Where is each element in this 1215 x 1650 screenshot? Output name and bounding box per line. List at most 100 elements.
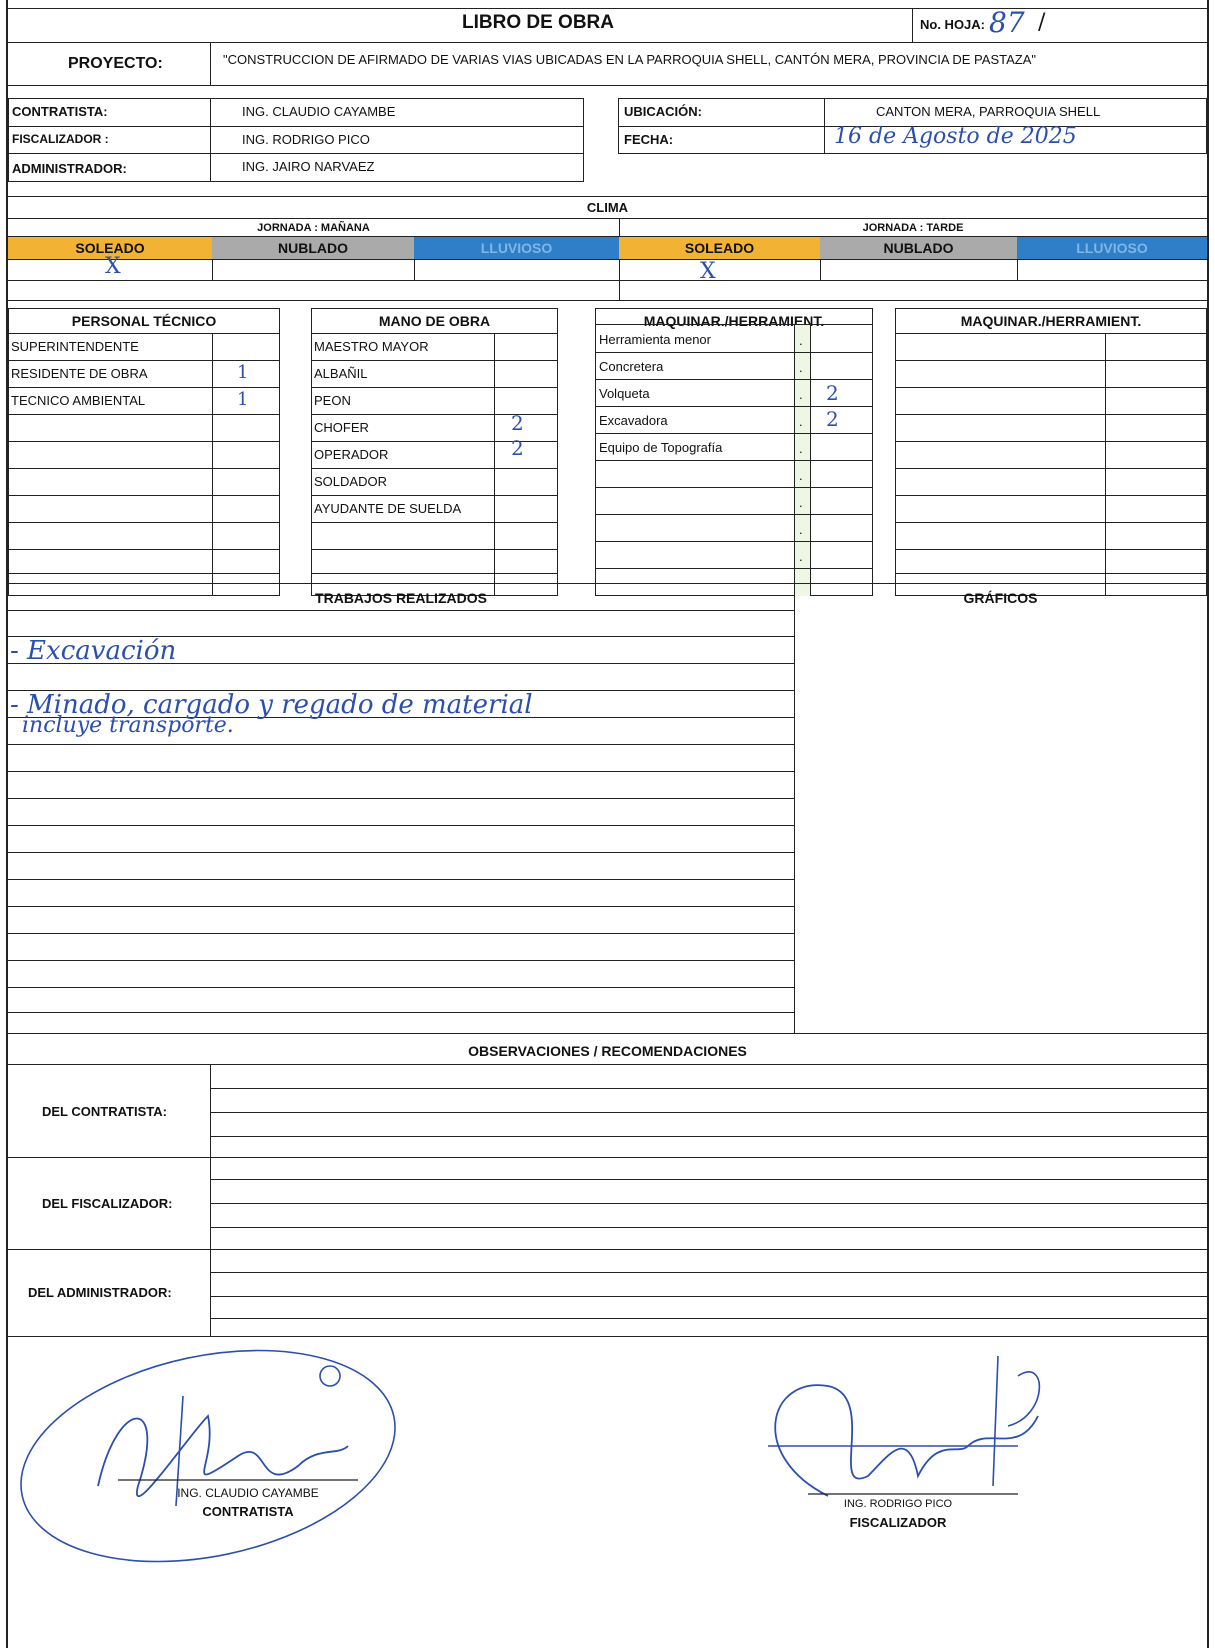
pt-row-qty: 1 xyxy=(237,362,249,383)
mq-row-line xyxy=(595,324,873,325)
obs-fiscalizador-label: DEL FISCALIZADOR: xyxy=(42,1196,173,1211)
obs-line xyxy=(210,1318,1207,1319)
mo-row-name: OPERADOR xyxy=(314,447,389,462)
mano-de-obra-title: MANO DE OBRA xyxy=(378,313,491,329)
fiscalizador-role: FISCALIZADOR xyxy=(849,1515,947,1530)
obs-contratista-label: DEL CONTRATISTA: xyxy=(42,1104,167,1119)
obs-administrador-label: DEL ADMINISTRADOR: xyxy=(28,1285,172,1300)
pt-row-line xyxy=(8,441,280,442)
pt-row-line xyxy=(8,360,280,361)
trabajos-line xyxy=(8,852,794,853)
mq-row-qty: 2 xyxy=(826,407,839,431)
project-top-line xyxy=(8,42,1207,43)
mq2-row-line xyxy=(895,549,1207,550)
pt-row-qty: 1 xyxy=(237,389,249,410)
mo-row-name: CHOFER xyxy=(314,420,369,435)
trabajos-line xyxy=(8,798,794,799)
clima-mark-top xyxy=(8,259,1207,260)
mq-row-name: Equipo de Topografía xyxy=(599,440,723,455)
clima-cell-line xyxy=(1017,259,1018,280)
mo-row-qty: 2 xyxy=(511,436,524,460)
mo-row-qty: 2 xyxy=(511,411,524,435)
location-col-line xyxy=(824,98,825,154)
obs-line xyxy=(210,1136,1207,1137)
mq-row-line xyxy=(595,379,873,380)
mq-row-line xyxy=(595,568,873,569)
fiscalizador-signature-stroke-icon xyxy=(768,1355,1018,1487)
mo-row-name: PEON xyxy=(314,393,351,408)
contratista-seal-icon xyxy=(20,1349,396,1563)
maquinaria-table-2 xyxy=(895,308,1207,596)
obs-line xyxy=(210,1227,1207,1228)
clima-mark-bottom xyxy=(8,280,1207,281)
fiscalizador-value: ING. RODRIGO PICO xyxy=(242,132,370,147)
mq-row-line xyxy=(595,487,873,488)
obs-line xyxy=(210,1088,1207,1089)
mo-row-name: AYUDANTE DE SUELDA xyxy=(314,501,462,516)
mq2-row-line xyxy=(895,387,1207,388)
trabajos-top-line xyxy=(8,583,1207,584)
fiscalizador-label: FISCALIZADOR : xyxy=(12,132,109,146)
contratista-role: CONTRATISTA xyxy=(202,1504,294,1519)
hoja-number: 87 xyxy=(989,6,1025,39)
clima-top-line xyxy=(8,196,1207,197)
mq2-row-line xyxy=(895,333,1207,334)
mo-row-line xyxy=(311,549,558,550)
mq-row-line xyxy=(595,352,873,353)
observaciones-title: OBSERVACIONES / RECOMENDACIONES xyxy=(468,1043,747,1059)
mq-row-name: Herramienta menor xyxy=(599,332,711,347)
administrador-value: ING. JAIRO NARVAEZ xyxy=(242,159,375,174)
pt-row-name: RESIDENTE DE OBRA xyxy=(11,366,148,381)
ubicacion-label: UBICACIÓN: xyxy=(624,104,702,119)
page-title: LIBRO DE OBRA xyxy=(462,12,614,33)
afternoon-lluvioso-option: LLUVIOSO xyxy=(1017,237,1207,259)
pt-row-name: SUPERINTENDENTE xyxy=(11,339,139,354)
afternoon-mark: X xyxy=(700,259,716,284)
project-divider xyxy=(210,42,211,85)
jornada-manana-label: JORNADA : MAÑANA xyxy=(257,222,370,234)
mo-row-line xyxy=(311,360,558,361)
pt-row-line xyxy=(8,573,280,574)
hoja-separator: / xyxy=(1038,10,1046,35)
mq-dot: . xyxy=(799,549,803,564)
trabajos-divider xyxy=(794,583,795,1033)
obs-line xyxy=(8,1064,1207,1065)
pt-col-line xyxy=(212,333,213,596)
trabajos-line xyxy=(8,825,794,826)
trabajos-line xyxy=(8,744,794,745)
hoja-divider xyxy=(912,8,913,43)
trabajos-line xyxy=(8,987,794,988)
mo-row-line xyxy=(311,387,558,388)
contratista-value: ING. CLAUDIO CAYAMBE xyxy=(242,104,396,119)
trabajos-title: TRABAJOS REALIZADOS xyxy=(315,590,487,606)
pt-row-line xyxy=(8,387,280,388)
mq-dot: . xyxy=(799,468,803,483)
ubicacion-value: CANTON MERA, PARROQUIA SHELL xyxy=(876,104,1101,119)
personnel-row-line xyxy=(8,126,584,127)
libro-de-obra-page: LIBRO DE OBRA No. HOJA: 87 / PROYECTO: "… xyxy=(6,0,1209,1648)
trabajos-line xyxy=(8,906,794,907)
mq-dot: . xyxy=(799,333,803,348)
pt-row-line xyxy=(8,495,280,496)
mq-dot: . xyxy=(799,360,803,375)
mo-row-line xyxy=(311,522,558,523)
section-sep-line xyxy=(8,300,1207,301)
pt-row-line xyxy=(8,468,280,469)
mq2-row-line xyxy=(895,573,1207,574)
mq-row-line xyxy=(595,460,873,461)
personnel-col-line xyxy=(210,98,211,182)
morning-mark: X xyxy=(105,254,121,279)
project-value: "CONSTRUCCION DE AFIRMADO DE VARIAS VIAS… xyxy=(223,52,1036,67)
maquinaria-title-1: MAQUINAR./HERRAMIENT. xyxy=(643,313,825,329)
mq-row-line xyxy=(595,433,873,434)
mq-row-qty: 2 xyxy=(826,381,839,405)
trabajos-line xyxy=(8,771,794,772)
contratista-name: ING. CLAUDIO CAYAMBE xyxy=(177,1486,319,1500)
mo-row-line xyxy=(311,468,558,469)
mq-row-name: Volqueta xyxy=(599,386,650,401)
mq-dot: . xyxy=(799,387,803,402)
mq2-row-line xyxy=(895,522,1207,523)
top-border xyxy=(8,8,1207,9)
mq-row-line xyxy=(595,514,873,515)
mq2-row-line xyxy=(895,495,1207,496)
